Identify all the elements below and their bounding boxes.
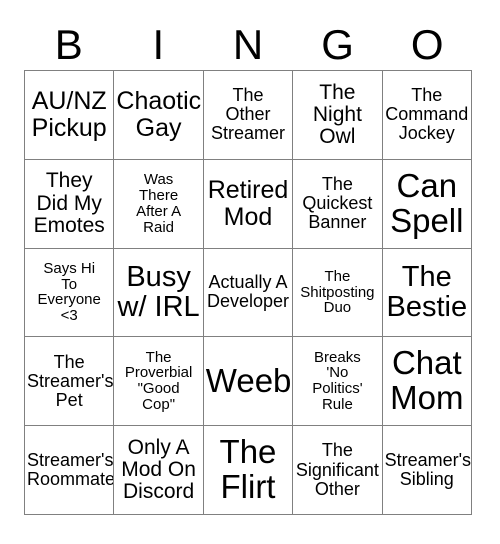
bingo-cell-label: Busy w/ IRL [117,260,200,324]
bingo-cell-label: The Proverbial "Good Cop" [124,348,193,414]
bingo-header-letter-g: G [321,21,354,68]
bingo-header: B I N G O [24,20,472,70]
bingo-cell-label: AU/NZ Pickup [31,87,107,142]
bingo-cell-label: The Shitposting Duo [300,267,375,317]
bingo-cell-label: Breaks 'No Politics' Rule [312,348,363,414]
bingo-cell-label: Weeb [205,361,292,399]
bingo-cell[interactable]: Chat Mom [382,337,472,427]
bingo-cell-label: The Streamer's Pet [27,351,114,410]
bingo-cell-label: Chaotic Gay [116,87,202,142]
bingo-cell[interactable]: Busy w/ IRL [114,248,204,338]
bingo-cell-label: Was There After A Raid [136,170,182,236]
bingo-cell[interactable]: AU/NZ Pickup [25,71,115,160]
bingo-cell[interactable]: Says Hi To Everyone <3 [25,248,115,338]
bingo-cell[interactable]: The Streamer's Pet [25,337,115,427]
bingo-cell-label: Actually A Developer [206,272,290,312]
bingo-cell[interactable]: The Night Owl [293,71,383,160]
bingo-cell[interactable]: Actually A Developer [203,248,294,338]
bingo-cell[interactable]: They Did My Emotes [25,159,115,249]
bingo-cell[interactable]: The Bestie [382,248,472,338]
bingo-cell-label: Streamer's Roommate [27,450,115,490]
bingo-cell[interactable]: The Flirt [203,426,294,515]
bingo-cell[interactable]: The Proverbial "Good Cop" [114,337,204,427]
bingo-cell-label: Says Hi To Everyone <3 [37,259,101,325]
bingo-cell[interactable]: Can Spell [382,159,472,249]
bingo-cell[interactable]: The Significant Other [293,426,383,515]
bingo-cell[interactable]: Streamer's Roommate [25,426,115,515]
bingo-cell[interactable]: Retired Mod [203,159,294,249]
bingo-cell[interactable]: Weeb [203,337,294,427]
bingo-cell-label: The Other Streamer [210,85,285,144]
bingo-cell-label: The Night Owl [312,80,362,149]
bingo-cell-label: The Significant Other [295,440,379,499]
bingo-cell-label: Can Spell [390,166,464,239]
bingo-cell-label: Retired Mod [207,176,289,231]
bingo-cell[interactable]: Streamer's Sibling [382,426,472,515]
bingo-cell-label: The Quickest Banner [302,174,373,233]
bingo-card: B I N G O AU/NZ Pickup Chaotic Gay The Oth… [0,0,500,544]
bingo-cell[interactable]: Chaotic Gay [114,71,204,160]
bingo-cell-label: The Bestie [386,260,468,324]
bingo-cell-label: The Flirt [219,433,277,506]
bingo-cell-label: Only A Mod On Discord [121,435,196,504]
bingo-cell[interactable]: The Quickest Banner [293,159,383,249]
bingo-cell[interactable]: Was There After A Raid [114,159,204,249]
bingo-cell-label: They Did My Emotes [33,169,105,237]
bingo-cell-label: The Command Jockey [385,85,469,144]
bingo-header-letter-i: I [152,21,165,68]
bingo-cell[interactable]: The Other Streamer [203,71,294,160]
bingo-cell[interactable]: Only A Mod On Discord [114,426,204,515]
bingo-cell-label: Streamer's Sibling [384,450,472,490]
bingo-header-letter-o: O [410,21,444,68]
bingo-cell[interactable]: The Shitposting Duo [293,248,383,338]
bingo-cell-label: Chat Mom [390,344,464,417]
bingo-header-letter-b: B [54,21,83,68]
bingo-cell[interactable]: Breaks 'No Politics' Rule [293,337,383,427]
bingo-header-letter-n: N [232,21,264,68]
bingo-grid: AU/NZ Pickup Chaotic Gay The Other Streame… [24,70,472,515]
bingo-cell[interactable]: The Command Jockey [382,71,472,160]
